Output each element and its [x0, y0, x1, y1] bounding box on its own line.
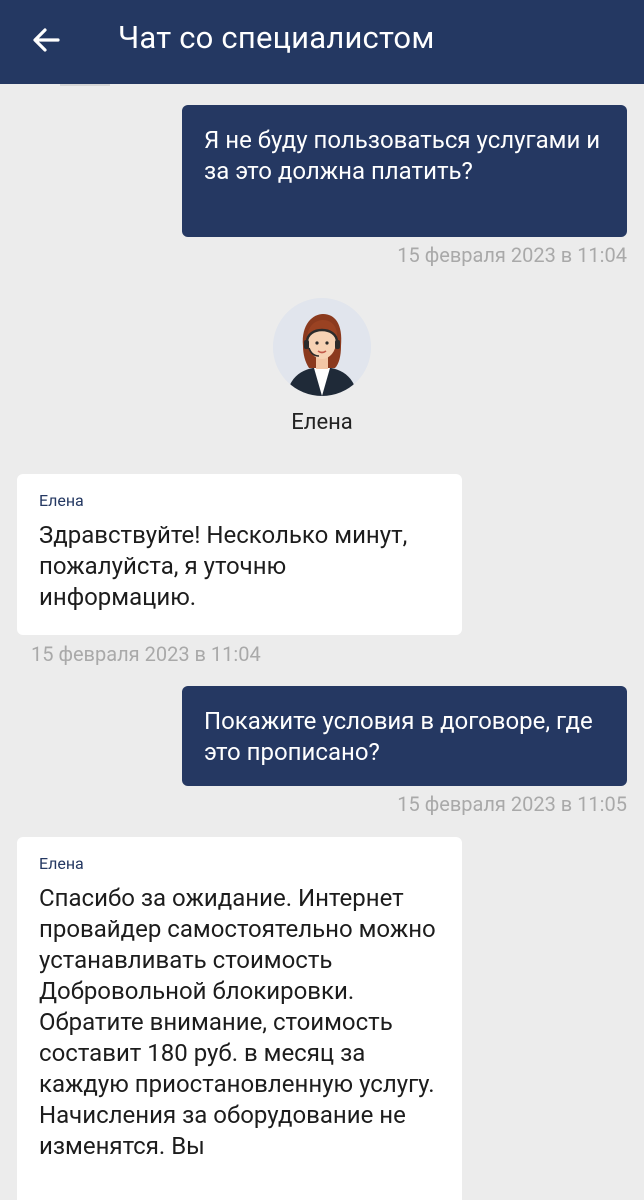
sender-name: Елена: [39, 491, 84, 510]
page-title: Чат со специалистом: [118, 19, 435, 56]
message-timestamp: 15 февраля 2023 в 11:04: [397, 243, 627, 267]
agent-name: Елена: [291, 410, 353, 435]
arrow-left-icon: [33, 28, 60, 52]
sender-name: Елена: [39, 854, 84, 873]
message-text: Здравствуйте! Несколько минут, пожалуйст…: [39, 521, 408, 611]
scroll-indicator: [60, 84, 110, 86]
incoming-message[interactable]: Елена Спасибо за ожидание. Интернет пров…: [17, 837, 462, 1200]
agent-avatar-icon: [273, 298, 371, 396]
outgoing-message[interactable]: Я не буду пользоваться услугами и за это…: [182, 105, 627, 237]
incoming-message[interactable]: Елена Здравствуйте! Несколько минут, пож…: [17, 474, 462, 635]
outgoing-message[interactable]: Покажите условия в договоре, где это про…: [182, 686, 627, 786]
app-header: Чат со специалистом: [0, 0, 644, 84]
message-text: Я не буду пользоваться услугами и за это…: [204, 126, 601, 185]
message-text: Покажите условия в договоре, где это про…: [204, 707, 593, 766]
back-button[interactable]: [26, 20, 66, 60]
agent-avatar: [273, 298, 371, 396]
message-timestamp: 15 февраля 2023 в 11:05: [397, 792, 627, 816]
message-timestamp: 15 февраля 2023 в 11:04: [31, 642, 261, 666]
message-text: Спасибо за ожидание. Интернет провайдер …: [39, 884, 436, 1160]
